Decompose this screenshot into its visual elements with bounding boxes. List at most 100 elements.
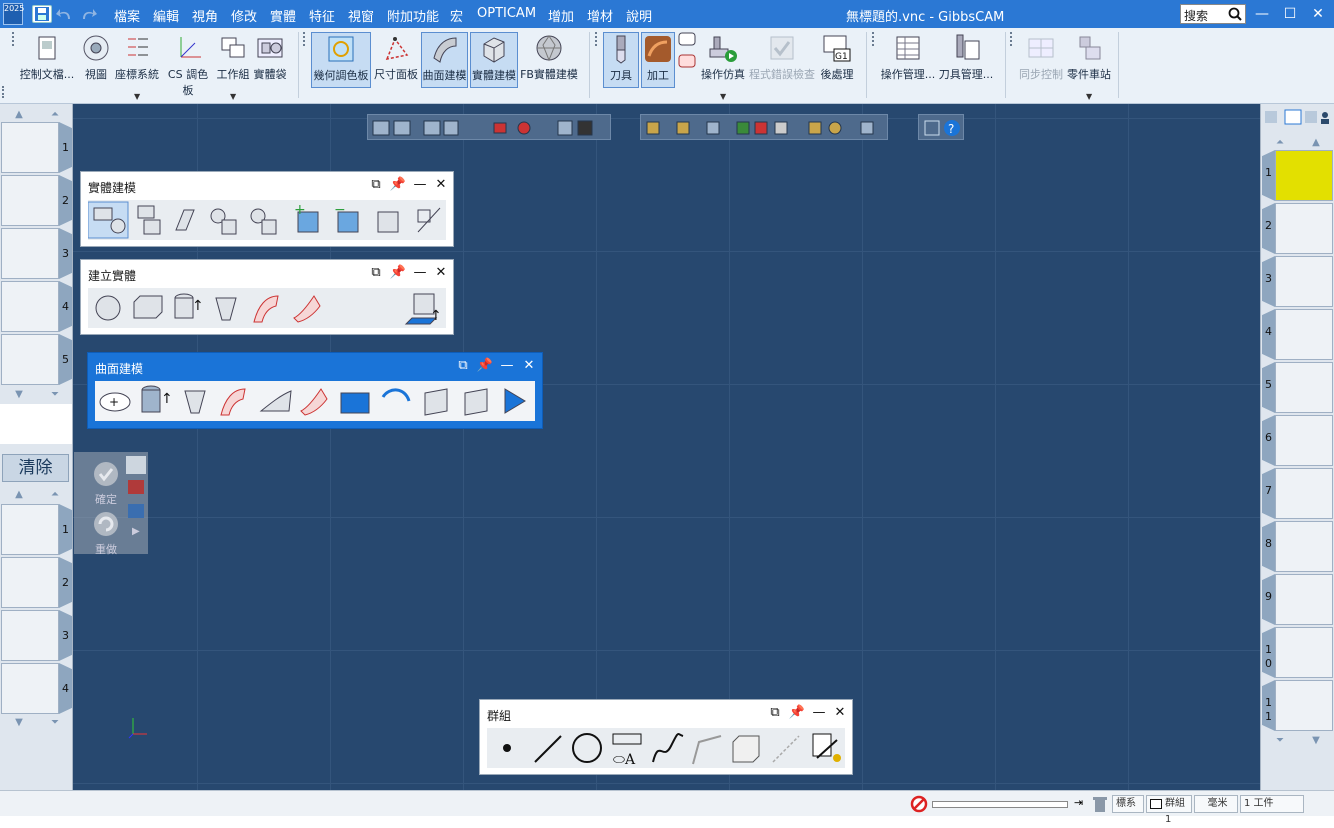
operation-sim-button[interactable]: 操作仿真	[700, 32, 746, 88]
scroll-up-button[interactable]: ▲	[2, 488, 36, 502]
menu-help[interactable]: 說明	[626, 6, 652, 25]
scroll-top-button[interactable]: ⏶	[1263, 136, 1297, 150]
menu-edit[interactable]: 編輯	[153, 6, 179, 25]
maximize-button[interactable]: ☐	[1276, 2, 1304, 26]
op-type-icon[interactable]	[128, 504, 144, 518]
clear-button[interactable]: 清除	[2, 454, 69, 482]
process-tab[interactable]: 4	[59, 281, 72, 332]
process-tile[interactable]	[1, 334, 59, 385]
pin-arrow-icon[interactable]: ⇥	[1074, 796, 1083, 809]
pin-icon[interactable]: 📌	[389, 177, 407, 193]
solid-modeling-button[interactable]: 實體建模	[470, 32, 518, 88]
scroll-top-button[interactable]: ⏶	[38, 108, 72, 122]
search-box[interactable]: 搜索	[1180, 4, 1246, 24]
control-doc-button[interactable]: 控制文檔...	[18, 32, 76, 88]
menu-file[interactable]: 檔案	[114, 6, 140, 25]
dock-icon[interactable]: ⧉	[367, 177, 385, 193]
pin-icon[interactable]: 📌	[389, 265, 407, 281]
tool-tab[interactable]: 8	[1262, 521, 1275, 572]
menu-solid[interactable]: 實體	[270, 6, 296, 25]
operation-tab[interactable]: 4	[59, 663, 72, 714]
sync-control-button[interactable]: 同步控制	[1018, 32, 1064, 88]
menu-modify[interactable]: 修改	[231, 6, 257, 25]
operation-tile[interactable]	[1, 663, 59, 714]
expand-arrow-icon[interactable]: ▶	[132, 526, 140, 537]
tool-tab[interactable]: 1	[1262, 150, 1275, 201]
close-icon[interactable]: ✕	[520, 358, 538, 374]
scroll-top-button[interactable]: ⏶	[38, 488, 72, 502]
menu-addons[interactable]: 附加功能	[387, 6, 439, 25]
search-icon[interactable]	[1228, 7, 1242, 21]
create-solid-tools[interactable]: ↑ ↑	[88, 288, 448, 328]
solid-bag-button[interactable]: 實體袋	[252, 32, 288, 88]
minimize-icon[interactable]: —	[810, 705, 828, 721]
render-toolbar-icons[interactable]	[641, 115, 889, 141]
process-tab[interactable]: 1	[59, 122, 72, 173]
no-entry-icon[interactable]	[910, 795, 928, 813]
scroll-down-button[interactable]: ▼	[1299, 734, 1333, 748]
app-logo-icon[interactable]: 2025	[3, 3, 24, 25]
scroll-bottom-button[interactable]: ⏷	[38, 716, 72, 730]
scroll-up-button[interactable]: ▲	[1299, 136, 1333, 150]
tool-tab[interactable]: 10	[1262, 627, 1275, 678]
tool-tile[interactable]	[1275, 680, 1333, 731]
tool-tile[interactable]	[1275, 362, 1333, 413]
chevron-down-icon[interactable]: ▼	[134, 92, 140, 101]
chevron-down-icon[interactable]: ▼	[1086, 92, 1092, 101]
view-toolbar-icons[interactable]	[368, 115, 612, 141]
coord-system-button[interactable]: 座標系統	[114, 32, 160, 88]
scroll-up-button[interactable]: ▲	[2, 108, 36, 122]
close-icon[interactable]: ✕	[831, 705, 849, 721]
process-tab[interactable]: 2	[59, 175, 72, 226]
scroll-bottom-button[interactable]: ⏷	[38, 388, 72, 402]
toolbar-grip[interactable]	[595, 32, 599, 46]
dock-icon[interactable]: ⧉	[766, 705, 784, 721]
scroll-down-button[interactable]: ▼	[2, 388, 36, 402]
process-alt-button[interactable]	[677, 54, 697, 70]
toolbar-grip[interactable]	[872, 32, 876, 46]
process-tile[interactable]	[1, 122, 59, 173]
tool-tab[interactable]: 7	[1262, 468, 1275, 519]
ok-op-button[interactable]: 確定	[82, 460, 130, 507]
minimize-icon[interactable]: —	[498, 358, 516, 374]
dock-icon[interactable]: ⧉	[367, 265, 385, 281]
workpiece-status[interactable]: 1 工件	[1240, 795, 1304, 813]
tool-tile-selected[interactable]	[1275, 150, 1333, 201]
close-button[interactable]: ✕	[1304, 2, 1332, 26]
view-button[interactable]: 視圖	[80, 32, 112, 88]
toolbar-grip[interactable]	[2, 86, 6, 98]
toolbar-grip[interactable]	[1010, 32, 1014, 46]
surface-tools[interactable]: + ↑	[95, 381, 537, 421]
group-tools[interactable]: ⬭A	[487, 728, 847, 768]
process-tile[interactable]	[1, 175, 59, 226]
workgroup-button[interactable]: 工作組	[215, 32, 251, 88]
process-tile[interactable]	[1, 281, 59, 332]
tools-button[interactable]: 刀具	[603, 32, 639, 88]
tool-tab[interactable]: 4	[1262, 309, 1275, 360]
menu-add[interactable]: 增加	[548, 6, 574, 25]
save-icon[interactable]	[32, 5, 52, 23]
trash-icon[interactable]	[1092, 795, 1108, 813]
minimize-icon[interactable]: —	[411, 177, 429, 193]
dock-icon[interactable]: ⧉	[454, 358, 472, 374]
tool-tab[interactable]: 5	[1262, 362, 1275, 413]
post-process-button[interactable]: G1 後處理	[818, 32, 856, 88]
menu-opticam[interactable]: OPTICAM	[477, 6, 536, 21]
chevron-down-icon[interactable]: ▼	[720, 92, 726, 101]
operation-tile[interactable]	[1, 557, 59, 608]
tool-tile[interactable]	[1275, 256, 1333, 307]
dimension-panel-button[interactable]: 尺寸面板	[373, 32, 419, 88]
tool-tile[interactable]	[1275, 521, 1333, 572]
tool-tab[interactable]: 6	[1262, 415, 1275, 466]
chevron-down-icon[interactable]: ▼	[230, 92, 236, 101]
op-type-icon[interactable]	[128, 480, 144, 494]
tool-tab[interactable]: 9	[1262, 574, 1275, 625]
fb-solid-modeling-button[interactable]: FB實體建模	[519, 32, 579, 88]
process-list-button[interactable]	[677, 32, 697, 48]
undo-icon[interactable]	[55, 5, 75, 23]
process-tab[interactable]: 3	[59, 228, 72, 279]
operation-tab[interactable]: 2	[59, 557, 72, 608]
redo-icon[interactable]	[78, 5, 98, 23]
zoom-fit-icon[interactable]	[924, 120, 940, 136]
solid-tools[interactable]: + −	[88, 200, 448, 240]
